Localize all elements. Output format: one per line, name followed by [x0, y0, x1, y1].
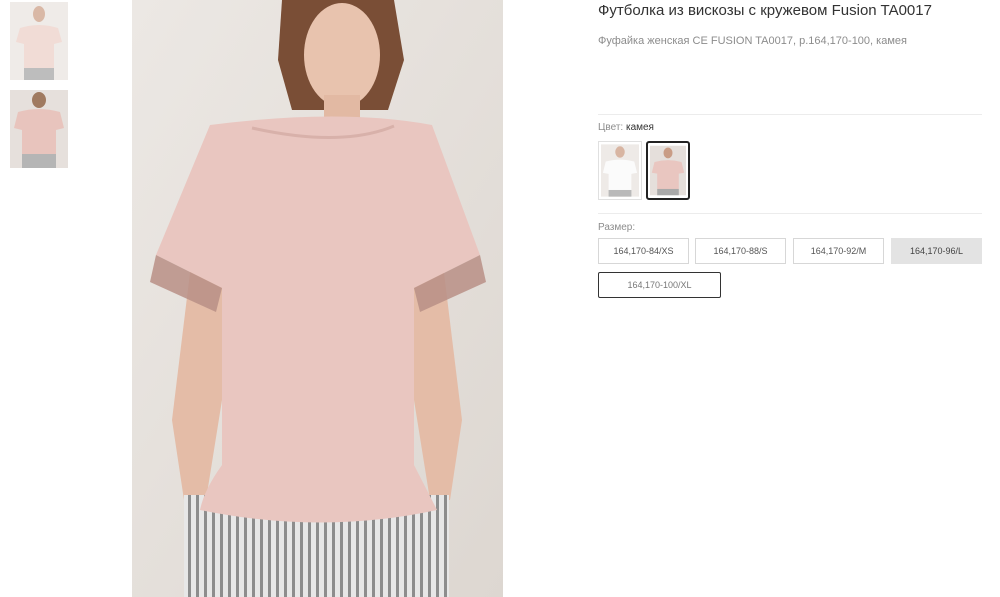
color-label-text: Цвет: — [598, 122, 624, 133]
size-option-m[interactable]: 164,170-92/M — [793, 238, 884, 264]
section-divider — [598, 114, 982, 115]
color-swatch-cameo[interactable] — [646, 141, 690, 200]
thumbnail-front-image — [10, 2, 68, 80]
selected-color-value: камея — [625, 122, 654, 133]
size-label: Размер: — [598, 222, 636, 233]
main-product-image[interactable] — [132, 0, 503, 597]
size-option-s[interactable]: 164,170-88/S — [695, 238, 786, 264]
thumbnail-back-image — [10, 90, 68, 168]
size-option-xl-selected[interactable]: 164,170-100/XL — [598, 272, 721, 298]
size-option-xs[interactable]: 164,170-84/XS — [598, 238, 689, 264]
section-divider — [598, 213, 982, 214]
product-thumbnail-back[interactable] — [10, 90, 68, 168]
product-subtitle: Фуфайка женская CE FUSION TA0017, р.164,… — [598, 35, 907, 47]
size-option-l[interactable]: 164,170-96/L — [891, 238, 982, 264]
model-wearing-tshirt-image — [132, 0, 503, 597]
product-thumbnail-front[interactable] — [10, 2, 68, 80]
cameo-tshirt-swatch-image — [650, 145, 686, 196]
color-swatch-white[interactable] — [598, 141, 642, 200]
color-label: Цвет: камея — [598, 122, 654, 133]
product-title: Футболка из вискозы с кружевом Fusion TA… — [598, 2, 932, 19]
white-tshirt-swatch-image — [601, 144, 639, 197]
